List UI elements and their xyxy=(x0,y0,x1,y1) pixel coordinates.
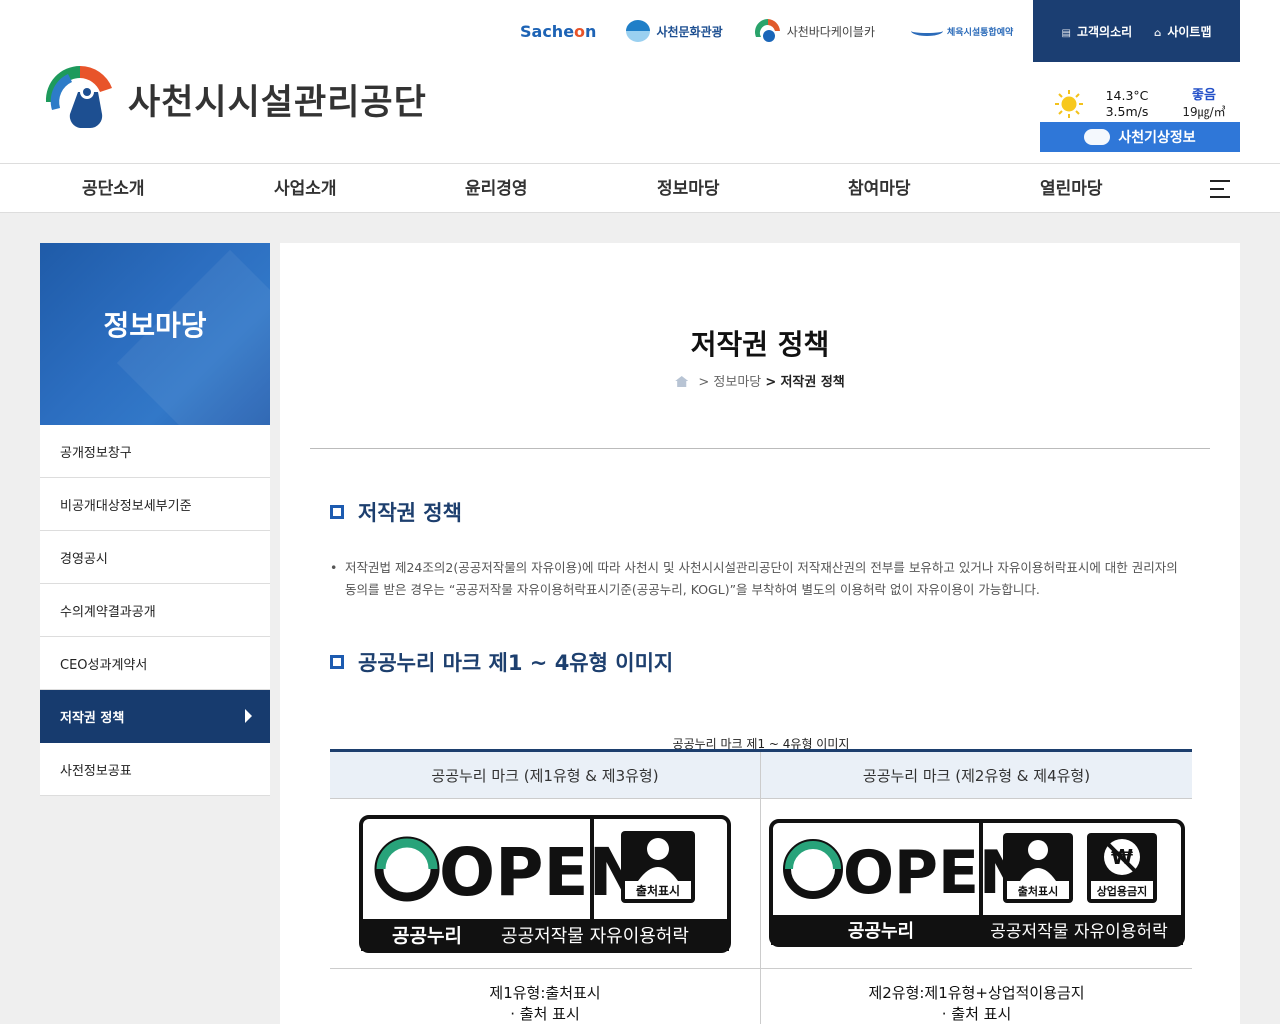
sacheon-text: Sache xyxy=(520,21,575,41)
customer-voice-label: 고객의소리 xyxy=(1076,24,1133,39)
gnb-item-ethics[interactable]: 윤리경영 xyxy=(465,164,528,214)
wind-value: 3.5m/s xyxy=(1105,104,1149,119)
air-quality-status: 좋음 xyxy=(1192,88,1216,103)
cable-car-link[interactable]: 사천바다케이블카 xyxy=(753,17,881,45)
sports-reservation-label: 체육시설통합예약 xyxy=(947,27,1014,38)
gnb-item-open[interactable]: 열린마당 xyxy=(1040,164,1103,214)
badge-source-text: 출처표시 xyxy=(1017,884,1057,898)
badge-nocommercial-text: 상업용금지 xyxy=(1096,884,1147,898)
side-item-nondisclosure[interactable]: 비공개대상정보세부기준 xyxy=(40,478,270,531)
arrow-right-icon xyxy=(245,709,252,723)
home-icon: ⌂ xyxy=(1154,27,1162,39)
kogl-name-text: 공공누리 xyxy=(847,921,913,942)
side-item-label: 저작권 정책 xyxy=(60,710,125,726)
badge-source-text: 출처표시 xyxy=(636,883,680,898)
cable-car-logo-icon xyxy=(754,19,780,42)
side-item-label: 사전정보공표 xyxy=(60,763,132,779)
side-item-label: 공개정보창구 xyxy=(60,445,132,461)
cable-car-label: 사천바다케이블카 xyxy=(786,24,876,39)
side-item-contract-results[interactable]: 수의계약결과공개 xyxy=(40,584,270,637)
wave-icon xyxy=(911,26,944,36)
side-item-public-info[interactable]: 공개정보창구 xyxy=(40,425,270,478)
kogl-open-text: OPEN xyxy=(843,838,1029,908)
main-navigation: 공단소개 사업소개 윤리경영 정보마당 참여마당 열린마당 xyxy=(0,163,1280,213)
side-item-management-disclosure[interactable]: 경영공시 xyxy=(40,531,270,584)
all-menu-hamburger-icon[interactable] xyxy=(1210,180,1230,198)
sitemap-label: 사이트맵 xyxy=(1167,24,1212,39)
table-header-type2-4: 공공누리 마크 (제2유형 & 제4유형) xyxy=(761,752,1192,799)
type1-title: 제1유형:출처표시 xyxy=(489,984,601,1002)
page-title: 저작권 정책 xyxy=(690,328,830,361)
utility-bar: ▤ 고객의소리 ⌂ 사이트맵 xyxy=(1033,0,1240,62)
kogl-type1-mark-icon: OPEN 출처표시 공공누리 공공저작물 자유이용허락 xyxy=(359,814,731,953)
family-site-links: Sache o n 사천문화관광 사천바다케이블카 체육시설통합예약 xyxy=(520,0,1043,62)
side-item-label: 수의계약결과공개 xyxy=(60,604,156,620)
culture-tour-label: 사천문화관광 xyxy=(656,24,723,39)
kogl-type2-mark-icon: OPEN 출처표시 ₩ 상업용금지 공공누리 공공저작물 자유이용허락 xyxy=(768,818,1185,947)
table-header-type1-3: 공공누리 마크 (제1유형 & 제3유형) xyxy=(330,752,761,799)
side-item-label: CEO성과계약서 xyxy=(60,657,148,673)
side-item-label: 비공개대상정보세부기준 xyxy=(60,498,192,514)
main-content: 저작권 정책 > 정보마당 > 저작권 정책 저작권 정책 저작권법 제24조의… xyxy=(280,243,1240,1024)
weather-widget: 14.3°C 3.5m/s 좋음 19㎍/㎥ 사천기상정보 xyxy=(1040,86,1240,152)
sports-reservation-link[interactable]: 체육시설통합예약 xyxy=(911,25,1013,38)
culture-tour-link[interactable]: 사천문화관광 xyxy=(626,20,723,42)
section-heading-copyright: 저작권 정책 xyxy=(330,497,462,527)
weather-info-button[interactable]: 사천기상정보 xyxy=(1040,122,1240,152)
site-logo[interactable]: 사천시시설관리공단 xyxy=(40,62,427,136)
sitemap-link[interactable]: ⌂ 사이트맵 xyxy=(1154,23,1211,40)
kogl-mark-table: 공공누리 마크 (제1유형 & 제3유형) 공공누리 마크 (제2유형 & 제4… xyxy=(330,749,1192,1024)
sacheon-city-link[interactable]: Sache o n xyxy=(520,22,596,41)
logo-text: 사천시시설관리공단 xyxy=(128,82,427,123)
breadcrumb: > 정보마당 > 저작권 정책 xyxy=(280,371,1240,390)
breadcrumb-separator: > xyxy=(765,375,777,390)
kogl-sub-text: 공공저작물 자유이용허락 xyxy=(501,926,689,947)
home-icon[interactable] xyxy=(675,376,689,387)
kogl-name-text: 공공누리 xyxy=(392,925,462,947)
section-heading-kogl: 공공누리 마크 제1 ~ 4유형 이미지 xyxy=(330,647,673,677)
breadcrumb-separator: > xyxy=(698,375,710,390)
cloud-icon xyxy=(1084,129,1111,145)
side-item-ceo-contract[interactable]: CEO성과계약서 xyxy=(40,637,270,690)
type1-description: 제1유형:출처표시 · 출처 표시 xyxy=(330,969,761,1024)
type2-description: 제2유형:제1유형+상업적이용금지 · 출처 표시 xyxy=(761,969,1192,1024)
breadcrumb-current: 저작권 정책 xyxy=(780,375,845,390)
kogl-type1-cell: OPEN 출처표시 공공누리 공공저작물 자유이용허락 xyxy=(330,799,761,969)
temperature-value: 14.3°C xyxy=(1105,88,1149,103)
section-heading-text: 공공누리 마크 제1 ~ 4유형 이미지 xyxy=(358,651,674,675)
side-item-copyright-policy[interactable]: 저작권 정책 xyxy=(40,690,270,743)
type1-detail: · 출처 표시 xyxy=(510,1005,580,1023)
weather-info-label: 사천기상정보 xyxy=(1118,130,1196,146)
type2-detail: · 출처 표시 xyxy=(941,1005,1012,1023)
side-nav-title: 정보마당 xyxy=(40,243,270,425)
sacheon-suffix-text: n xyxy=(585,21,597,41)
pm-value: 19㎍/㎥ xyxy=(1182,105,1226,119)
culture-logo-icon xyxy=(626,20,651,42)
copyright-description: 저작권법 제24조의2(공공저작물의 자유이용)에 따라 사천시 및 사천시시설… xyxy=(330,557,1190,601)
section-heading-text: 저작권 정책 xyxy=(358,501,462,525)
kogl-open-text: OPEN xyxy=(439,834,644,911)
title-divider xyxy=(310,448,1210,449)
gnb-item-participation[interactable]: 참여마당 xyxy=(848,164,911,214)
side-item-pre-disclosure[interactable]: 사전정보공표 xyxy=(40,743,270,796)
sun-icon xyxy=(1055,90,1083,118)
gnb-item-information[interactable]: 정보마당 xyxy=(657,164,720,214)
gnb-item-about[interactable]: 공단소개 xyxy=(82,164,145,214)
document-icon: ▤ xyxy=(1061,27,1071,39)
sacheon-o-text: o xyxy=(574,21,586,41)
logo-mark-icon xyxy=(45,65,112,129)
breadcrumb-parent[interactable]: 정보마당 xyxy=(713,375,761,390)
square-bullet-icon xyxy=(330,655,344,669)
side-item-label: 경영공시 xyxy=(60,551,108,567)
side-navigation: 정보마당 공개정보창구 비공개대상정보세부기준 경영공시 수의계약결과공개 CE… xyxy=(40,243,270,796)
kogl-sub-text: 공공저작물 자유이용허락 xyxy=(990,922,1168,942)
gnb-item-business[interactable]: 사업소개 xyxy=(274,164,337,214)
square-bullet-icon xyxy=(330,505,344,519)
type2-title: 제2유형:제1유형+상업적이용금지 xyxy=(868,984,1085,1002)
kogl-type2-cell: OPEN 출처표시 ₩ 상업용금지 공공누리 공공저작물 자유이용허락 xyxy=(761,799,1192,969)
customer-voice-link[interactable]: ▤ 고객의소리 xyxy=(1062,23,1133,40)
